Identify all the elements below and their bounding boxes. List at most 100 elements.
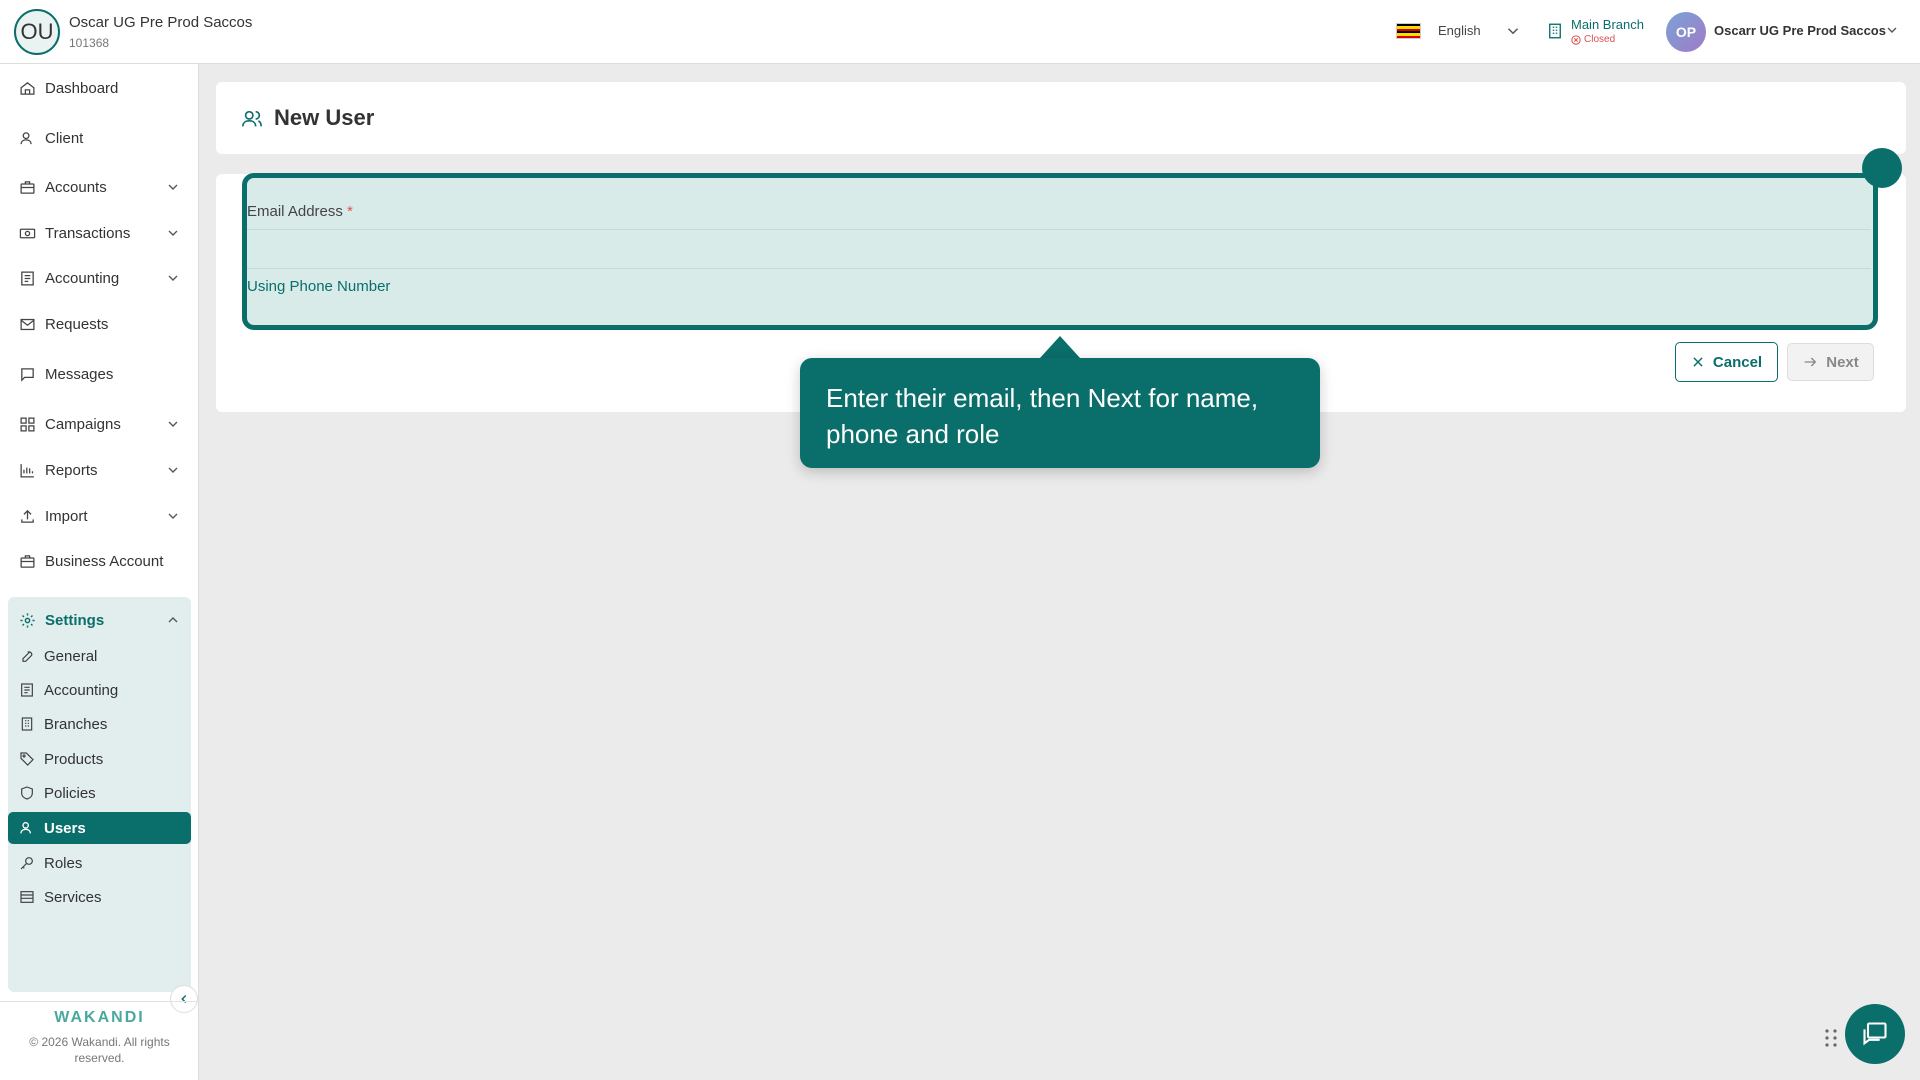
tour-tooltip: Enter their email, then Next for name, p… bbox=[800, 358, 1320, 468]
org-avatar[interactable]: OU bbox=[14, 9, 60, 55]
tooltip-text: Enter their email, then Next for name, p… bbox=[826, 383, 1259, 449]
briefcase-icon bbox=[20, 554, 35, 568]
sidebar: Dashboard Client Accounts Transactions A… bbox=[0, 64, 199, 1080]
sidebar-subitem-label: Accounting bbox=[44, 681, 119, 699]
home-icon bbox=[20, 81, 35, 95]
sidebar-subitem-accounting[interactable]: Accounting bbox=[8, 674, 191, 706]
chevron-down-icon[interactable] bbox=[1504, 22, 1522, 40]
sidebar-subitem-label: Users bbox=[44, 819, 86, 837]
chevron-left-icon bbox=[181, 994, 187, 1004]
sidebar-item-transactions[interactable]: Transactions bbox=[0, 216, 199, 250]
sidebar-subitem-users[interactable]: Users bbox=[8, 812, 191, 844]
top-header: OU Oscar UG Pre Prod Saccos 101368 Engli… bbox=[0, 0, 1920, 64]
sidebar-subitem-label: Products bbox=[44, 750, 104, 768]
sidebar-subitem-general[interactable]: General bbox=[8, 640, 191, 672]
email-label-text: Email Address bbox=[247, 203, 343, 220]
sidebar-item-messages[interactable]: Messages bbox=[0, 357, 199, 391]
sidebar-item-label: Import bbox=[45, 507, 88, 525]
chat-icon bbox=[1863, 1022, 1887, 1046]
arrow-right-icon bbox=[1804, 357, 1817, 367]
sidebar-item-label: Accounts bbox=[45, 178, 107, 196]
sidebar-subitem-services[interactable]: Services bbox=[8, 881, 191, 913]
cancel-button[interactable]: Cancel bbox=[1675, 342, 1778, 382]
sidebar-item-label: Dashboard bbox=[45, 79, 119, 97]
mail-icon bbox=[20, 318, 35, 330]
sidebar-item-label: Messages bbox=[45, 365, 114, 383]
sidebar-subitem-roles[interactable]: Roles bbox=[8, 847, 191, 879]
branch-status-label: Closed bbox=[1584, 34, 1616, 45]
chevron-up-icon bbox=[168, 617, 178, 623]
building-icon bbox=[21, 717, 33, 731]
chevron-down-icon bbox=[168, 275, 178, 281]
wrench-icon bbox=[22, 651, 33, 662]
user-name[interactable]: Oscarr UG Pre Prod Saccos bbox=[1714, 23, 1886, 38]
page-title: New User bbox=[274, 105, 375, 130]
uganda-flag-icon[interactable] bbox=[1396, 23, 1421, 39]
required-asterisk: * bbox=[347, 203, 353, 220]
message-icon bbox=[21, 367, 34, 382]
email-address-label: Email Address * bbox=[247, 203, 353, 220]
sidebar-subitem-products[interactable]: Products bbox=[8, 743, 191, 775]
sidebar-item-settings[interactable]: Settings bbox=[8, 603, 191, 637]
users-icon bbox=[20, 822, 31, 834]
chevron-down-icon bbox=[168, 421, 178, 427]
drag-handle-icon[interactable] bbox=[1824, 1028, 1838, 1048]
sidebar-subitem-label: General bbox=[44, 647, 98, 665]
sidebar-item-requests[interactable]: Requests bbox=[0, 307, 199, 341]
chevron-down-icon[interactable] bbox=[1884, 22, 1900, 38]
using-phone-number-link[interactable]: Using Phone Number bbox=[247, 278, 390, 295]
tooltip-arrow bbox=[1040, 336, 1080, 358]
cancel-button-label: Cancel bbox=[1712, 353, 1763, 371]
sidebar-subitem-policies[interactable]: Policies bbox=[8, 777, 191, 809]
tour-beacon-dot[interactable] bbox=[1862, 148, 1902, 188]
sidebar-item-dashboard[interactable]: Dashboard bbox=[0, 71, 199, 105]
sidebar-item-label: Requests bbox=[45, 315, 109, 333]
key-icon bbox=[20, 857, 33, 870]
wakandi-logo: WAKANDI bbox=[54, 1009, 145, 1026]
user-avatar[interactable]: OP bbox=[1666, 12, 1706, 52]
chevron-down-icon bbox=[168, 467, 178, 473]
sidebar-item-reports[interactable]: Reports bbox=[0, 453, 199, 487]
sidebar-item-label: Campaigns bbox=[45, 415, 121, 433]
language-selector[interactable]: English bbox=[1438, 23, 1481, 38]
sidebar-subitem-branches[interactable]: Branches bbox=[8, 708, 191, 740]
chevron-down-icon bbox=[168, 184, 178, 190]
chevron-down-icon bbox=[168, 513, 178, 519]
sidebar-item-business-account[interactable]: Business Account bbox=[0, 544, 199, 578]
upload-icon bbox=[21, 509, 34, 523]
branch-name[interactable]: Main Branch bbox=[1571, 17, 1644, 32]
next-button[interactable]: Next bbox=[1787, 343, 1874, 381]
sidebar-item-label: Client bbox=[45, 129, 84, 147]
sidebar-item-label: Settings bbox=[45, 611, 105, 629]
sidebar-subitem-label: Roles bbox=[44, 854, 83, 872]
sidebar-item-label: Accounting bbox=[45, 269, 120, 287]
sidebar-footer-divider bbox=[0, 1001, 199, 1002]
sidebar-item-client[interactable]: Client bbox=[0, 121, 199, 155]
org-name: Oscar UG Pre Prod Saccos bbox=[69, 14, 253, 31]
sidebar-subitem-label: Services bbox=[44, 888, 102, 906]
sidebar-item-label: Business Account bbox=[45, 552, 164, 570]
copyright-text: © 2026 Wakandi. All rights reserved. bbox=[29, 1035, 170, 1065]
sidebar-item-label: Reports bbox=[45, 461, 98, 479]
shield-icon bbox=[21, 786, 33, 800]
building-icon bbox=[1549, 23, 1561, 39]
user-icon bbox=[20, 131, 32, 144]
briefcase-icon bbox=[20, 180, 35, 194]
ledger-icon bbox=[21, 270, 34, 286]
sidebar-item-accounting[interactable]: Accounting bbox=[0, 261, 199, 295]
sidebar-item-import[interactable]: Import bbox=[0, 499, 199, 533]
sidebar-item-campaigns[interactable]: Campaigns bbox=[0, 407, 199, 441]
tag-icon bbox=[20, 752, 34, 766]
ledger-icon bbox=[21, 683, 33, 697]
chevron-down-icon bbox=[168, 230, 178, 236]
sidebar-item-accounts[interactable]: Accounts bbox=[0, 170, 199, 204]
sidebar-item-label: Transactions bbox=[45, 224, 131, 242]
money-icon bbox=[19, 228, 36, 238]
list-icon bbox=[20, 891, 34, 903]
gear-icon bbox=[20, 612, 35, 628]
grid-icon bbox=[20, 416, 35, 432]
chat-launcher-button[interactable] bbox=[1845, 1004, 1905, 1064]
email-address-input[interactable] bbox=[247, 229, 1871, 269]
settings-group: Settings General Accounting Branches Pro… bbox=[8, 597, 191, 992]
close-icon bbox=[1693, 357, 1703, 367]
